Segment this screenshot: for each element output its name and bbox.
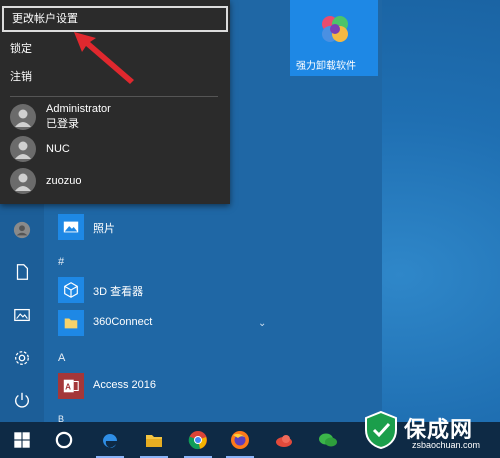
user-avatar-icon [10, 136, 36, 162]
user-item-administrator[interactable]: Administrator 已登录 [10, 102, 220, 132]
section-letter-hash[interactable]: # [58, 256, 64, 268]
user-avatar-icon [10, 104, 36, 130]
settings-gear-icon[interactable] [12, 348, 32, 368]
tile-label: 强力卸载软件 [296, 61, 356, 72]
chrome-browser-icon[interactable] [176, 422, 220, 458]
pictures-icon[interactable] [12, 305, 32, 325]
user-status: 已登录 [46, 118, 79, 130]
app-item-360connect[interactable]: 360Connect [58, 310, 338, 338]
uninstaller-logo-icon [322, 16, 348, 42]
red-arrow-annotation [74, 32, 134, 84]
user-avatar-icon [10, 168, 36, 194]
app-label: Access 2016 [93, 379, 156, 391]
wechat-icon[interactable] [306, 422, 350, 458]
user-item-zuozuo[interactable]: zuozuo [10, 166, 220, 196]
start-windows-icon[interactable] [0, 422, 44, 458]
power-icon[interactable] [12, 390, 32, 410]
section-letter-a[interactable]: A [58, 352, 65, 364]
start-left-rail [0, 204, 44, 422]
app-label: 照片 [93, 223, 115, 235]
watermark-url: zsbaochuan.com [412, 440, 481, 450]
app-label: 360Connect [93, 316, 153, 328]
shield-logo-icon [365, 410, 397, 450]
user-name: Administrator [46, 103, 111, 115]
user-avatar-icon[interactable] [12, 220, 32, 240]
svg-text:A: A [65, 383, 71, 392]
user-item-nuc[interactable]: NUC [10, 134, 220, 164]
menu-separator [10, 96, 218, 97]
app-item-photos[interactable]: 照片 [58, 214, 338, 242]
photos-icon [58, 214, 84, 240]
cortana-search-icon[interactable] [42, 422, 86, 458]
user-name: zuozuo [46, 175, 82, 187]
snail-app-icon[interactable] [262, 422, 306, 458]
app-item-access-2016[interactable]: A Access 2016 [58, 373, 338, 401]
edge-browser-icon[interactable] [88, 422, 132, 458]
app-item-3d-viewer[interactable]: 3D 查看器 [58, 277, 338, 305]
expand-chevron-icon[interactable]: ⌄ [258, 318, 266, 329]
documents-icon[interactable] [12, 262, 32, 282]
app-label: 3D 查看器 [93, 286, 144, 298]
3d-viewer-icon [58, 277, 84, 303]
site-watermark: 保成网 zsbaochuan.com [352, 406, 500, 458]
file-explorer-icon[interactable] [132, 422, 176, 458]
folder-icon [58, 310, 84, 336]
access-icon: A [58, 373, 84, 399]
firefox-browser-icon[interactable] [218, 422, 262, 458]
app-tile-uninstaller[interactable]: 强力卸载软件 [290, 0, 378, 76]
user-name: NUC [46, 143, 70, 155]
